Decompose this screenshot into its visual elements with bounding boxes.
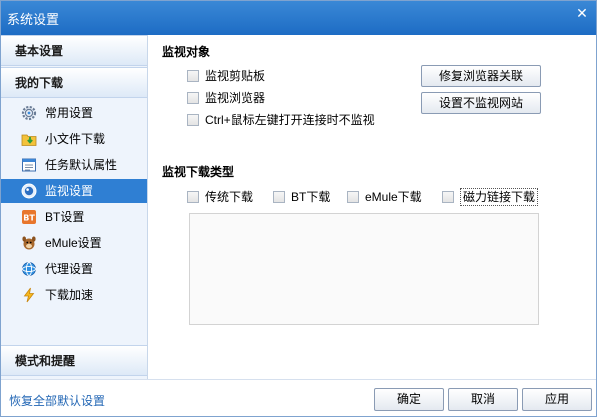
checkbox-box[interactable]: [187, 70, 199, 82]
checkbox-label: BT下载: [291, 190, 331, 204]
svg-text:BT: BT: [23, 214, 35, 223]
sidebar-item-label: 任务默认属性: [45, 158, 118, 172]
sidebar-item-label: 小文件下载: [45, 132, 106, 146]
checkbox-box[interactable]: [187, 92, 199, 104]
checkbox-label: 传统下载: [205, 190, 254, 204]
sidebar-item-proxy[interactable]: 代理设置: [1, 257, 147, 281]
bt-icon: BT: [22, 210, 36, 224]
restore-defaults-link[interactable]: 恢复全部默认设置: [9, 392, 105, 409]
checkbox-box[interactable]: [273, 191, 285, 203]
checkbox-box[interactable]: [347, 191, 359, 203]
emule-icon: [22, 236, 36, 250]
set-no-monitor-sites-button[interactable]: 设置不监视网站: [421, 92, 541, 114]
monitor-type-title: 监视下载类型: [162, 165, 235, 179]
sidebar-item-emule[interactable]: eMule设置: [1, 231, 147, 255]
sidebar-item-label: eMule设置: [45, 236, 102, 250]
proxy-icon: [22, 262, 36, 276]
task-properties-icon: [22, 158, 36, 172]
sidebar-item-task-defaults[interactable]: 任务默认属性: [1, 153, 147, 177]
apply-button[interactable]: 应用: [522, 388, 592, 411]
section-mode-alerts[interactable]: 模式和提醒: [1, 345, 147, 376]
checkbox-box[interactable]: [187, 191, 199, 203]
sidebar-item-label: BT设置: [45, 210, 85, 224]
footer-bar: 恢复全部默认设置 确定 取消 应用: [1, 379, 596, 416]
sidebar-item-acceleration[interactable]: 下载加速: [1, 283, 147, 307]
checkbox-box[interactable]: [187, 114, 199, 126]
ok-button[interactable]: 确定: [374, 388, 444, 411]
small-file-download-icon: [21, 134, 37, 146]
sidebar-item-label: 常用设置: [45, 106, 94, 120]
cancel-button[interactable]: 取消: [448, 388, 518, 411]
checkbox-label: Ctrl+鼠标左键打开连接时不监视: [205, 113, 375, 127]
monitor-type-list[interactable]: [189, 213, 539, 325]
settings-window: 系统设置 ✕ 基本设置 我的下载 常用设置 小文件下载 任务默认属性 监视设置 …: [0, 0, 597, 417]
checkbox-label: 磁力链接下载: [460, 188, 539, 206]
lightning-icon: [23, 287, 35, 303]
checkbox-label: eMule下载: [365, 190, 422, 204]
sidebar-item-common[interactable]: 常用设置: [1, 101, 147, 125]
section-my-downloads[interactable]: 我的下载: [1, 67, 147, 98]
title-bar: 系统设置 ✕: [1, 1, 596, 35]
window-title: 系统设置: [7, 12, 60, 27]
close-icon[interactable]: ✕: [574, 5, 590, 21]
checkbox-label: 监视浏览器: [205, 91, 266, 105]
sidebar-item-bt[interactable]: BT BT设置: [1, 205, 147, 229]
sidebar: 基本设置 我的下载 常用设置 小文件下载 任务默认属性 监视设置 BT BT设置…: [1, 35, 148, 379]
checkbox-label: 监视剪贴板: [205, 69, 266, 83]
repair-browser-association-button[interactable]: 修复浏览器关联: [421, 65, 541, 87]
sidebar-item-label: 代理设置: [45, 262, 94, 276]
monitor-icon: [21, 183, 37, 199]
sidebar-item-label: 监视设置: [45, 184, 94, 198]
checkbox-box[interactable]: [442, 191, 454, 203]
sidebar-item-label: 下载加速: [45, 288, 94, 302]
section-basic-settings[interactable]: 基本设置: [1, 35, 147, 66]
sidebar-item-monitor[interactable]: 监视设置: [1, 179, 147, 203]
content-panel: 监视对象 监视剪贴板 监视浏览器 Ctrl+鼠标左键打开连接时不监视 修复浏览器…: [149, 35, 596, 379]
monitor-target-title: 监视对象: [162, 45, 211, 59]
sidebar-item-small-file[interactable]: 小文件下载: [1, 127, 147, 151]
gear-icon: [21, 105, 37, 121]
